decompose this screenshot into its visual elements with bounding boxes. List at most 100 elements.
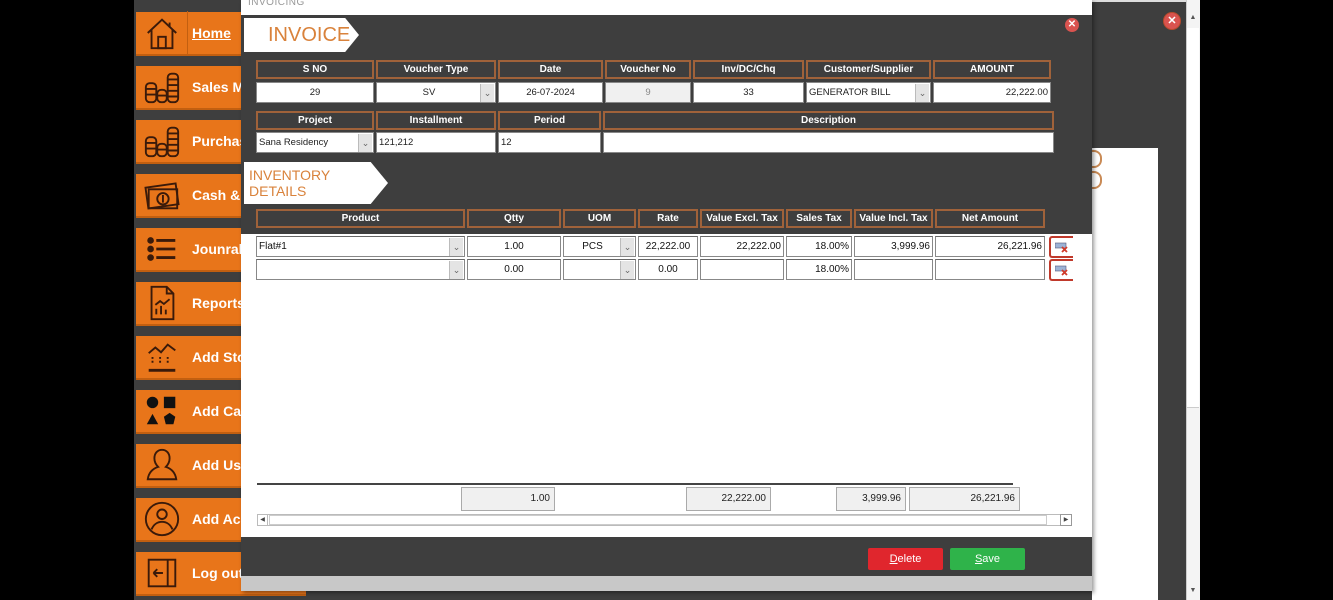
coins-stack-icon	[136, 119, 188, 163]
column-header-qtty: Qtty	[467, 209, 561, 228]
inv-dc-chq-field[interactable]: 33	[693, 82, 804, 103]
total-value-excl-tax: 22,222.00	[686, 487, 771, 511]
value-incl-tax-field[interactable]	[854, 259, 933, 280]
sidebar-item-label: Jounral	[192, 241, 243, 257]
description-label: Description	[603, 111, 1054, 130]
scroll-up-arrow-icon[interactable]: ▲	[1187, 12, 1199, 24]
scroll-down-arrow-icon[interactable]: ▼	[1187, 585, 1199, 597]
cash-money-icon	[136, 173, 188, 217]
logout-icon	[136, 551, 188, 595]
shapes-icon	[136, 389, 188, 433]
delete-row-button[interactable]	[1049, 259, 1073, 281]
sidebar-item-label: Sales M	[192, 79, 245, 95]
date-label: Date	[498, 60, 603, 79]
sno-label: S NO	[256, 60, 374, 79]
customer-supplier-label: Customer/Supplier	[806, 60, 931, 79]
column-header-product: Product	[256, 209, 465, 228]
delete-mnemonic: D	[889, 553, 898, 565]
rate-field[interactable]: 0.00	[638, 259, 698, 280]
total-qtty: 1.00	[461, 487, 555, 511]
scroll-right-arrow-icon[interactable]: ▶	[1060, 514, 1072, 526]
chevron-down-icon[interactable]: ⌄	[449, 238, 463, 256]
report-chart-icon	[136, 281, 188, 325]
chevron-down-icon[interactable]: ⌄	[620, 261, 634, 279]
column-header-value-excl-tax: Value Excl. Tax	[700, 209, 784, 228]
column-header-sales-tax: Sales Tax	[786, 209, 852, 228]
customer-supplier-select[interactable]: GENERATOR BILL ⌄	[806, 82, 931, 103]
column-header-net-amount: Net Amount	[935, 209, 1045, 228]
voucher-type-label: Voucher Type	[376, 60, 496, 79]
customer-supplier-value: GENERATOR BILL	[809, 87, 891, 98]
delete-button[interactable]: Delete	[868, 548, 943, 570]
vertical-scrollbar-thumb[interactable]	[1187, 28, 1199, 408]
save-label: ave	[982, 553, 1001, 565]
date-field[interactable]: 26-07-2024	[498, 82, 603, 103]
delete-row-button[interactable]	[1049, 236, 1073, 258]
sno-field[interactable]: 29	[256, 82, 374, 103]
amount-field[interactable]: 22,222.00	[933, 82, 1051, 103]
net-amount-field[interactable]: 26,221.96	[935, 236, 1045, 257]
chevron-down-icon[interactable]: ⌄	[358, 134, 372, 152]
sales-tax-field[interactable]: 18.00%	[786, 259, 852, 280]
amount-label: AMOUNT	[933, 60, 1051, 79]
dialog-close-icon[interactable]: ✕	[1065, 18, 1079, 32]
invoice-banner: INVOICE	[244, 18, 359, 52]
qtty-field[interactable]: 1.00	[467, 236, 561, 257]
sidebar-item-label: Add Cat	[192, 403, 246, 419]
delete-row-icon	[1055, 265, 1068, 276]
value-excl-tax-field[interactable]: 22,222.00	[700, 236, 784, 257]
rate-field[interactable]: 22,222.00	[638, 236, 698, 257]
voucher-no-field: 9	[605, 82, 691, 103]
chevron-down-icon[interactable]: ⌄	[620, 238, 634, 256]
chevron-down-icon[interactable]: ⌄	[449, 261, 463, 279]
user-icon	[136, 443, 188, 487]
product-select[interactable]: Flat#1 ⌄	[256, 236, 465, 257]
sidebar-item-label: Reports	[192, 295, 245, 311]
uom-select[interactable]: ⌄	[563, 259, 636, 280]
uom-value: PCS	[582, 241, 603, 252]
installment-field[interactable]: 121,212	[376, 132, 496, 153]
dialog-titlebar[interactable]	[241, 0, 1092, 15]
inv-dc-chq-label: Inv/DC/Chq	[693, 60, 804, 79]
account-circle-icon	[136, 497, 188, 541]
main-window-close-icon[interactable]: ✕	[1164, 13, 1180, 29]
net-amount-field[interactable]	[935, 259, 1045, 280]
scroll-left-arrow-icon[interactable]: ◀	[258, 515, 268, 525]
delete-row-icon	[1055, 242, 1068, 253]
chevron-down-icon[interactable]: ⌄	[915, 84, 929, 102]
uom-select[interactable]: PCS ⌄	[563, 236, 636, 257]
product-value: Flat#1	[259, 241, 287, 252]
voucher-type-select[interactable]: SV ⌄	[376, 82, 496, 103]
stock-trend-icon	[136, 335, 188, 379]
column-header-rate: Rate	[638, 209, 698, 228]
voucher-no-label: Voucher No	[605, 60, 691, 79]
dialog-bottom-edge	[241, 576, 1092, 591]
sales-tax-field[interactable]: 18.00%	[786, 236, 852, 257]
sidebar-item-label: Add Ac	[192, 511, 241, 527]
sidebar-item-label: Log out	[192, 565, 244, 581]
chevron-down-icon[interactable]: ⌄	[480, 84, 494, 102]
project-label: Project	[256, 111, 374, 130]
sidebar-item-label: Home	[192, 25, 231, 41]
column-header-uom: UOM	[563, 209, 636, 228]
project-select[interactable]: Sana Residency ⌄	[256, 132, 374, 153]
value-excl-tax-field[interactable]	[700, 259, 784, 280]
description-field[interactable]	[603, 132, 1054, 153]
coins-stack-icon	[136, 65, 188, 109]
totals-divider	[257, 483, 1013, 485]
horizontal-scrollbar-thumb[interactable]	[269, 515, 1047, 525]
voucher-type-value: SV	[422, 87, 436, 98]
sidebar-item-label: Add Sto	[192, 349, 246, 365]
sidebar-item-label: Cash &	[192, 187, 241, 203]
value-incl-tax-field[interactable]: 3,999.96	[854, 236, 933, 257]
column-header-value-incl-tax: Value Incl. Tax	[854, 209, 933, 228]
sidebar-item-label: Add Us	[192, 457, 241, 473]
total-net-amount: 26,221.96	[909, 487, 1020, 511]
save-button[interactable]: Save	[950, 548, 1025, 570]
qtty-field[interactable]: 0.00	[467, 259, 561, 280]
home-icon	[136, 11, 188, 55]
product-select[interactable]: ⌄	[256, 259, 465, 280]
total-value-incl-tax: 3,999.96	[836, 487, 906, 511]
dialog-title: INVOICING	[248, 0, 305, 8]
period-field[interactable]: 12	[498, 132, 601, 153]
